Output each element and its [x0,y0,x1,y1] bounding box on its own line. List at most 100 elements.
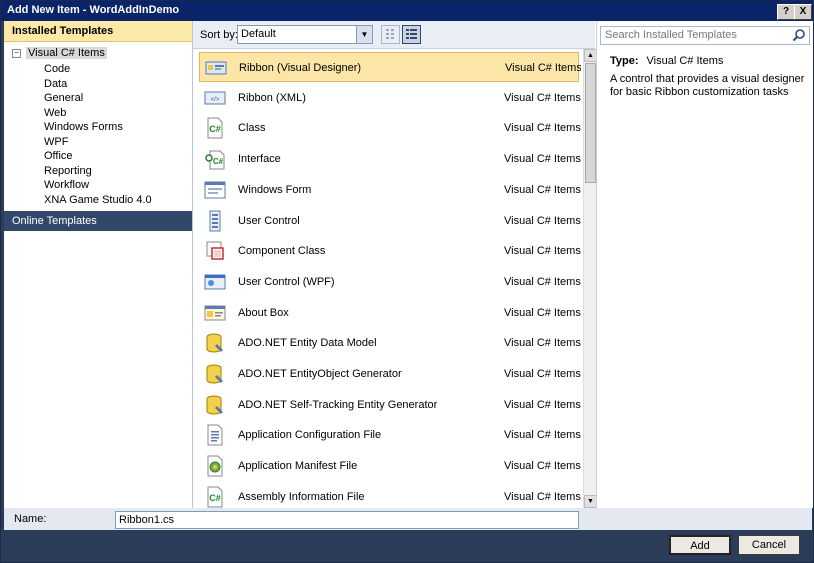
template-category: Visual C# Items [504,275,581,288]
template-name: Component Class [238,245,326,258]
template-row[interactable]: Windows Form Visual C# Items [199,175,581,205]
installed-templates-header[interactable]: Installed Templates [4,21,192,42]
online-templates-item[interactable]: Online Templates [4,211,192,231]
add-new-item-dialog: Add New Item - WordAddInDemo ? X Install… [0,0,814,563]
tree-item[interactable]: Data [44,78,67,90]
tree-item[interactable]: Windows Forms [44,121,123,133]
grid-view-icon [386,29,394,39]
template-name: Class [238,122,266,135]
template-row[interactable]: User Control Visual C# Items [199,206,581,236]
template-row[interactable]: ADO.NET EntityObject Generator Visual C# … [199,359,581,389]
template-category: Visual C# Items [504,429,581,442]
template-row[interactable]: Ribbon (Visual Designer) Visual C# Items [199,52,581,82]
template-row[interactable]: Application Configuration File Visual C# … [199,420,581,450]
tree-item[interactable]: WPF [44,136,68,148]
template-category: Visual C# Items [504,398,581,411]
svg-text:C#: C# [209,493,221,503]
search-placeholder: Search Installed Templates [605,29,737,41]
template-name: User Control (WPF) [238,275,335,288]
help-button[interactable]: ? [777,4,795,20]
template-category: Visual C# Items [504,122,581,135]
template-description: A control that provides a visual designe… [610,73,805,98]
button-bar: Add Cancel [4,530,812,561]
template-row[interactable]: C# Class Visual C# Items [199,113,581,143]
template-name: Assembly Information File [238,490,365,503]
template-row[interactable]: Component Class Visual C# Items [199,236,581,266]
search-icon[interactable] [792,28,806,42]
database-icon [204,332,226,354]
add-button[interactable]: Add [669,535,731,555]
template-category: Visual C# Items [504,306,581,319]
sort-by-dropdown[interactable]: Default ▼ [237,25,373,44]
search-templates-input[interactable]: Search Installed Templates [600,26,810,45]
user-control-icon [204,210,226,232]
tree-item[interactable]: General [44,92,83,104]
name-input-value: Ribbon1.cs [119,514,175,526]
template-name: Interface [238,153,281,166]
template-category: Visual C# Items [504,368,581,380]
list-view-button[interactable] [402,25,421,44]
template-name: Application Manifest File [238,460,358,473]
template-name: User Control [238,214,300,227]
template-row[interactable]: ADO.NET Self-Tracking Entity Generator Vi… [199,390,581,420]
chevron-down-icon[interactable]: ▼ [356,26,372,43]
wpf-user-control-icon [204,271,226,293]
template-name: Windows Form [238,183,312,196]
tree-item[interactable]: XNA Game Studio 4.0 [44,194,152,206]
tree-item[interactable]: Code [44,63,70,75]
template-category: Visual C# Items [504,490,581,503]
online-templates-label: Online Templates [12,215,97,227]
template-name: ADO.NET Entity Data Model [238,337,377,350]
component-class-icon [204,240,226,262]
template-row[interactable]: C# Assembly Information File Visual C# Ite… [199,482,581,508]
type-label: Type: [610,55,639,67]
tree-item[interactable]: Office [44,150,73,162]
template-row[interactable]: ADO.NET Entity Data Model Visual C# Items [199,328,581,358]
template-name: Ribbon (XML) [238,91,306,104]
type-value: Visual C# Items [646,55,724,67]
dialog-body: Installed Templates − Visual C# Items Co… [4,21,813,508]
template-list-pane: Sort by: Default ▼ Ribbon (Visual Design… [193,21,597,508]
template-row[interactable]: About Box Visual C# Items [199,298,581,328]
template-category: Visual C# Items [505,62,581,74]
svg-text:C#: C# [209,124,221,134]
template-row[interactable]: C# Interface Visual C# Items [199,144,581,174]
ribbon-icon [205,57,227,79]
tree-item[interactable]: Reporting [44,165,92,177]
installed-templates-label: Installed Templates [12,25,114,37]
name-input[interactable]: Ribbon1.cs [115,511,579,529]
template-name: Application Configuration File [238,429,382,442]
svg-text:C#: C# [213,157,224,166]
template-category: Visual C# Items [504,91,581,104]
template-category: Visual C# Items [504,245,581,258]
cancel-button[interactable]: Cancel [738,535,800,555]
database-icon [204,363,226,385]
details-pane: Search Installed Templates Type: Visual C… [596,21,813,508]
tree-root-label[interactable]: Visual C# Items [26,47,107,59]
template-row[interactable]: </> Ribbon (XML) Visual C# Items [199,83,581,113]
csharp-file-icon: C# [204,486,226,508]
template-list-scrollbar[interactable]: ▲ ▼ [583,49,597,508]
config-file-icon [204,424,226,446]
name-bar: Name: Ribbon1.cs [4,508,812,530]
list-toolbar: Sort by: Default ▼ [193,21,595,49]
window-title: Add New Item - WordAddInDemo [7,4,180,16]
template-name: Ribbon (Visual Designer) [239,62,362,74]
template-row[interactable]: Application Manifest File Visual C# Items [199,451,581,481]
sort-by-value: Default [241,28,276,40]
list-view-icon [406,29,417,39]
tree-item[interactable]: Workflow [44,179,89,191]
tree-item[interactable]: Web [44,107,66,119]
template-list: Ribbon (Visual Designer) Visual C# Items <… [193,49,581,508]
scrollbar-thumb[interactable] [585,63,596,183]
about-box-icon [204,302,226,324]
close-button[interactable]: X [794,4,812,20]
template-category: Visual C# Items [504,214,581,227]
template-category: Visual C# Items [504,337,581,350]
database-icon [204,394,226,416]
template-name: About Box [238,306,289,319]
template-name: ADO.NET EntityObject Generator [238,368,402,380]
small-icons-view-button[interactable] [381,25,400,44]
collapse-icon[interactable]: − [12,49,21,58]
template-row[interactable]: User Control (WPF) Visual C# Items [199,267,581,297]
